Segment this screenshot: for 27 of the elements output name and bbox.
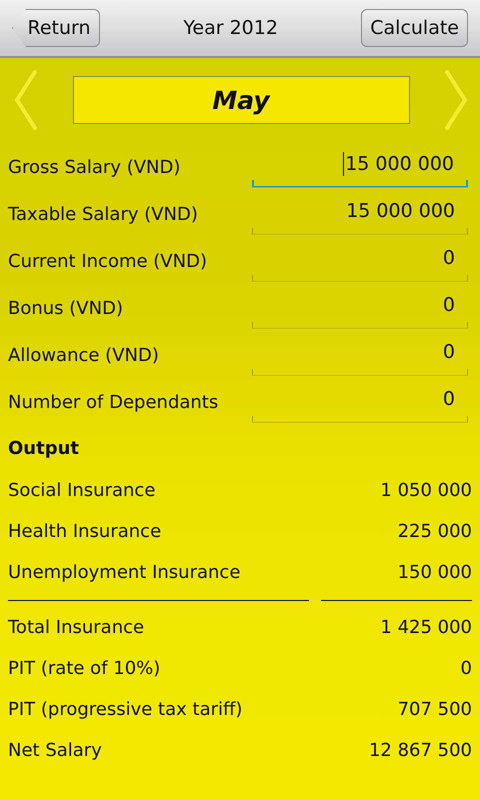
output-value: 150 000 — [398, 562, 472, 583]
field-label: Bonus (VND) — [8, 298, 123, 319]
back-button[interactable]: Return — [12, 9, 100, 47]
output-value: 225 000 — [398, 521, 472, 542]
field-label: Gross Salary (VND) — [8, 157, 180, 178]
output-label: Social Insurance — [8, 480, 156, 501]
output-label: Net Salary — [8, 740, 102, 761]
output-value: 707 500 — [398, 699, 472, 720]
field-label: Current Income (VND) — [8, 251, 207, 272]
screen-title: Year 2012 — [183, 17, 278, 39]
output-value: 1 050 000 — [380, 480, 472, 501]
output-value: 12 867 500 — [368, 740, 472, 761]
chevron-right-icon[interactable] — [444, 70, 468, 130]
output-label: Total Insurance — [8, 617, 144, 638]
output-value: 1 425 000 — [380, 617, 472, 638]
section-heading: Output — [8, 436, 80, 460]
calculate-button[interactable]: Calculate — [361, 9, 468, 47]
output-label: Health Insurance — [8, 521, 162, 542]
field-label: Number of Dependants — [8, 392, 218, 413]
chevron-left-icon[interactable] — [14, 70, 38, 130]
month-label: May — [72, 76, 410, 124]
output-value: 0 — [460, 658, 472, 679]
field-label: Allowance (VND) — [8, 345, 159, 366]
output-label: PIT (progressive tax tariff) — [8, 699, 242, 720]
output-label: PIT (rate of 10%) — [8, 658, 160, 679]
output-label: Unemployment Insurance — [8, 562, 240, 583]
field-label: Taxable Salary (VND) — [8, 204, 198, 225]
